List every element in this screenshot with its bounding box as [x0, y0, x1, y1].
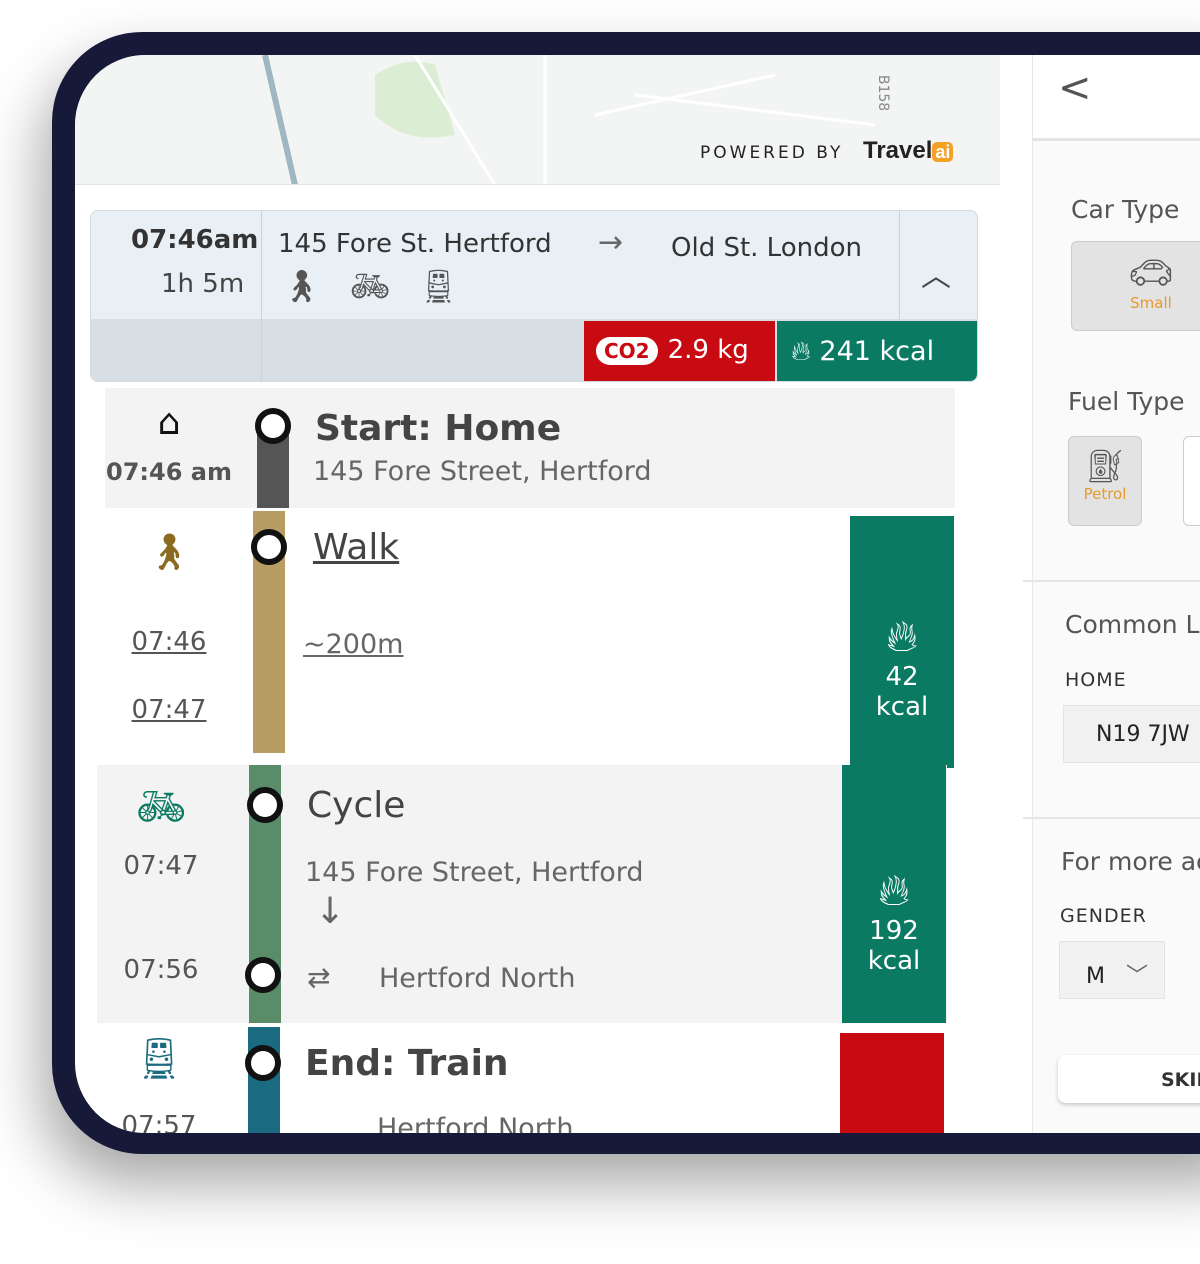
walk-kcal: 🔥︎ 42 kcal [850, 516, 954, 768]
duration: 1h 5m [161, 269, 245, 299]
arrow-right-icon: → [598, 225, 624, 260]
leg-start[interactable]: ⌂ 07:46 am Start: Home 145 Fore Street, … [105, 388, 955, 508]
origin: 145 Fore St. Hertford [278, 229, 552, 259]
car-type-small[interactable]: 🚗︎ Small [1071, 241, 1200, 331]
flame-icon: 🔥︎ [791, 336, 811, 367]
map[interactable]: B158 POWERED BY Travel ai [75, 55, 1000, 185]
fuel-pump-icon: ⛽︎ [1084, 447, 1126, 485]
home-icon: ⌂ [157, 402, 181, 443]
leg-cycle[interactable]: 🚲︎ 07:47 07:56 Cycle 145 Fore Street, He… [97, 765, 947, 1023]
powered-by: POWERED BY [700, 143, 844, 163]
arrow-down-icon: ↓ [315, 891, 346, 932]
car-icon: 🚗︎ [1128, 253, 1174, 294]
app-screen: B158 POWERED BY Travel ai 07:46am 1h 5m 1… [75, 55, 1200, 1133]
gender-select[interactable]: M ﹀ [1059, 941, 1165, 999]
home-postcode-input[interactable]: N19 7JW [1063, 705, 1200, 763]
kcal-badge: 🔥︎ 241 kcal [777, 321, 977, 381]
co2-cloud-icon: CO2 [596, 337, 658, 365]
destination: Old St. London [671, 233, 862, 263]
map-roads [262, 55, 876, 184]
cycle-kcal: 🔥︎ 192 kcal [842, 765, 946, 1023]
chevron-down-icon: ﹀ [1125, 964, 1148, 989]
fuel-type-petrol[interactable]: ⛽︎ Petrol [1068, 436, 1142, 526]
travel-logo: Travel ai [863, 137, 954, 165]
journey-summary[interactable]: 07:46am 1h 5m 145 Fore St. Hertford → Ol… [90, 210, 978, 382]
chevron-up-icon[interactable]: ︿ [921, 251, 951, 295]
train-icon: 🚆︎ [133, 1036, 185, 1082]
leg-walk[interactable]: 🚶︎ 07:46 07:47 Walk ~200m 🔥︎ 42 kcal [105, 511, 955, 768]
rail-icon: ⇄ [307, 961, 331, 994]
walk-icon: 🚶︎ [146, 532, 192, 573]
leg-end[interactable]: 🚆︎ 07:57 End: Train Hertford North [95, 1027, 945, 1133]
fuel-type-option[interactable] [1183, 436, 1200, 526]
walk-icon: 🚶︎ [281, 267, 322, 305]
flame-icon: 🔥︎ [877, 865, 911, 916]
road-label: B158 [875, 74, 892, 112]
skip-button[interactable]: SKIP [1058, 1055, 1200, 1103]
bicycle-icon: 🚲︎ [135, 784, 187, 830]
train-icon: 🚆︎ [418, 267, 459, 305]
depart-time: 07:46am [131, 225, 259, 255]
back-button[interactable]: < [1058, 65, 1092, 111]
flame-icon: 🔥︎ [885, 611, 919, 662]
bicycle-icon: 🚲︎ [349, 267, 391, 305]
end-co2 [840, 1033, 944, 1133]
settings-panel: < Car Type 🚗︎ Small Fuel Type ⛽︎ Petrol Co… [1023, 55, 1200, 1133]
co2-badge: CO2 2.9 kg [584, 321, 775, 381]
